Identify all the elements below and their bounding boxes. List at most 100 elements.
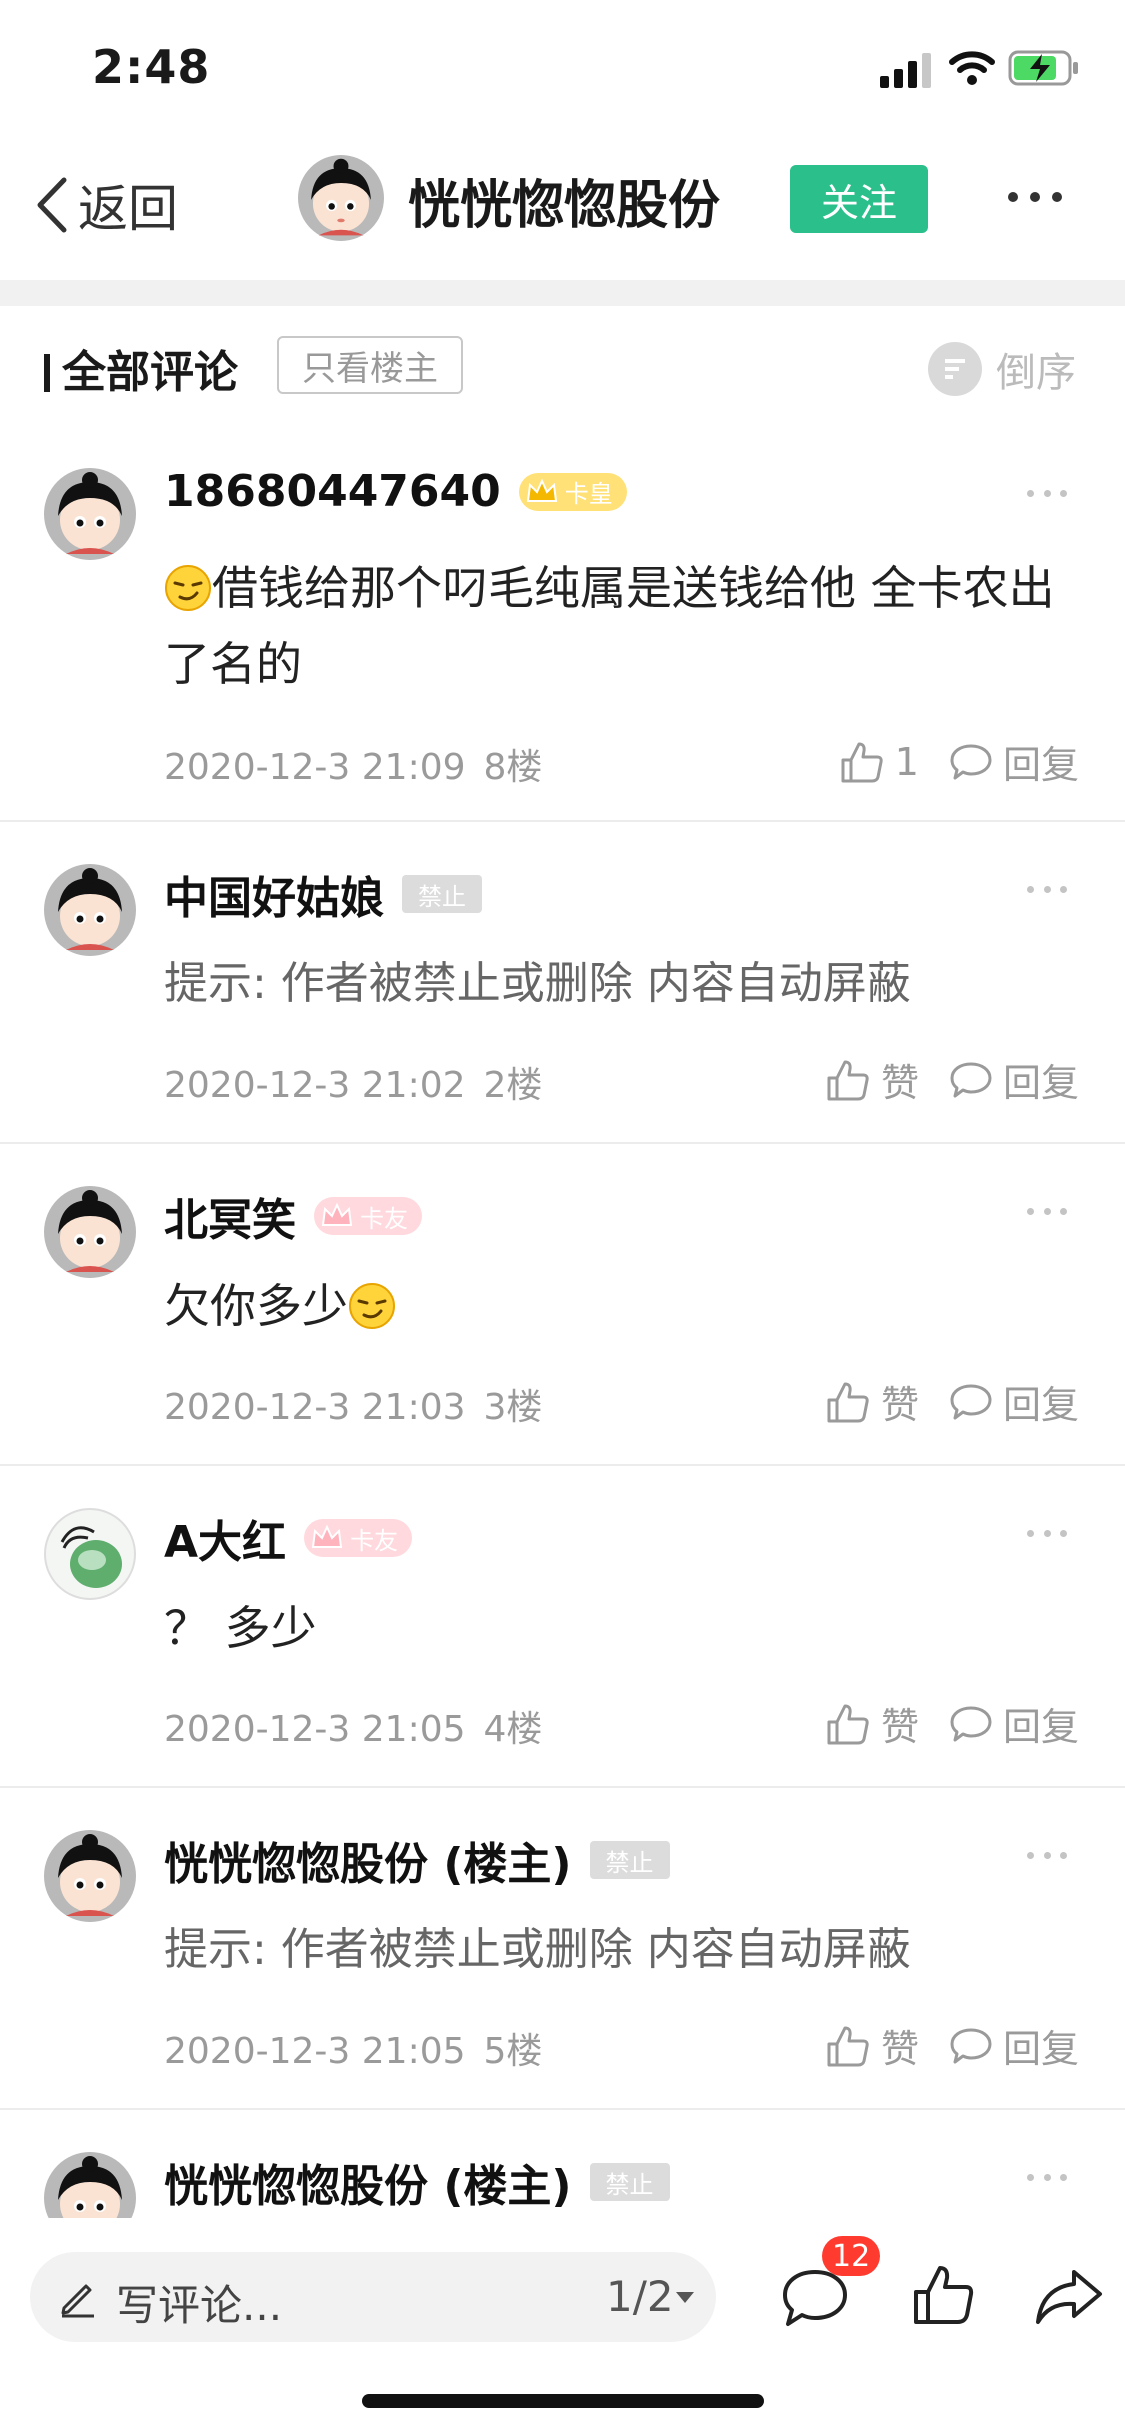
comment-meta: 2020-12-3 21:05 5楼 (164, 2022, 542, 2074)
thumbs-up-icon[interactable] (910, 2262, 976, 2328)
status-time: 2:48 (92, 40, 211, 94)
comment-date: 2020-12-3 21:05 (164, 1709, 466, 1750)
comment-actions: 赞 回复 (825, 1052, 1079, 1107)
comment-meta: 2020-12-3 21:03 3楼 (164, 1378, 542, 1430)
smirk-emoji-icon (349, 1283, 395, 1329)
like-button[interactable]: 赞 (825, 1052, 919, 1107)
cellular-signal-icon (880, 52, 934, 88)
author-name: 18680447640 (164, 466, 501, 517)
comment-count-badge: 12 (822, 2236, 881, 2276)
like-label: 赞 (880, 1705, 919, 1749)
back-chevron-icon (37, 177, 67, 233)
comment-text: 欠你多少 (164, 1268, 1084, 1344)
comment-author[interactable]: 恍恍惚惚股份 (楼主) 禁止 (164, 1828, 670, 1892)
author-name: 恍恍惚惚股份 (楼主) (164, 1839, 572, 1890)
comment-bubble-icon (950, 1384, 992, 1419)
page-title: 恍恍惚惚股份 (408, 176, 721, 236)
comment-author[interactable]: A大红 卡友 (164, 1506, 413, 1570)
rank-badge: 卡友 (314, 1197, 422, 1235)
write-comment-placeholder: 写评论... (116, 2281, 283, 2330)
comment-date: 2020-12-3 21:05 (164, 2031, 466, 2072)
comment-floor: 8楼 (483, 747, 543, 788)
thumbs-up-icon (827, 2026, 869, 2066)
avatar[interactable] (44, 1508, 136, 1600)
comment-meta: 2020-12-3 21:09 8楼 (164, 738, 542, 790)
comment-item: 18680447640 卡皇 借钱给那个叼毛纯属是送钱给他 全卡农出了名的 20… (0, 426, 1125, 822)
reply-button[interactable]: 回复 (949, 734, 1079, 789)
reply-button[interactable]: 回复 (949, 1374, 1079, 1429)
follow-button[interactable]: 关注 (790, 165, 928, 233)
comment-date: 2020-12-3 21:02 (164, 1065, 466, 1106)
rank-badge: 卡皇 (518, 472, 627, 511)
like-button[interactable]: 赞 (825, 1374, 919, 1429)
like-label: 赞 (880, 1383, 919, 1427)
like-button[interactable]: 赞 (825, 1696, 919, 1751)
reply-label: 回复 (1002, 1705, 1079, 1749)
comment-more-icon[interactable] (1027, 1530, 1067, 1540)
wifi-icon (949, 51, 995, 85)
avatar[interactable] (44, 1186, 136, 1278)
comment-bubble-icon (950, 2028, 992, 2063)
crown-icon (321, 1202, 353, 1226)
comment-author[interactable]: 中国好姑娘 禁止 (164, 862, 482, 926)
avatar[interactable] (44, 468, 136, 560)
reply-button[interactable]: 回复 (949, 2018, 1079, 2073)
pencil-icon (61, 2284, 94, 2318)
rank-badge-label: 卡友 (360, 1204, 408, 1233)
avatar[interactable] (44, 864, 136, 956)
more-icon[interactable] (1008, 185, 1062, 209)
reply-button[interactable]: 回复 (949, 1052, 1079, 1107)
only-owner-button[interactable]: 只看楼主 (277, 336, 463, 394)
smirk-emoji-icon (165, 565, 211, 611)
comment-author[interactable]: 北冥笑 卡友 (164, 1184, 422, 1248)
thumbs-up-icon (841, 742, 883, 782)
sort-label: 倒序 (996, 350, 1076, 396)
avatar[interactable] (44, 1830, 136, 1922)
comment-bubble-icon (950, 1706, 992, 1741)
reply-button[interactable]: 回复 (949, 1696, 1079, 1751)
comment-more-icon[interactable] (1027, 2174, 1067, 2184)
comments-title: 全部评论 (44, 336, 238, 400)
comment-text: 提示: 作者被禁止或删除 内容自动屏蔽 (164, 1924, 911, 1975)
author-name: 恍恍惚惚股份 (楼主) (164, 2161, 572, 2212)
ban-badge: 禁止 (402, 875, 482, 913)
comment-more-icon[interactable] (1027, 1852, 1067, 1862)
battery-icon (1008, 50, 1078, 86)
comment-more-icon[interactable] (1027, 1208, 1067, 1218)
chevron-down-icon[interactable] (676, 2292, 694, 2303)
sort-button[interactable]: 倒序 (928, 340, 1076, 398)
comment-more-icon[interactable] (1027, 490, 1067, 500)
thumbs-up-icon (827, 1060, 869, 1100)
app-screen: 2:48 返回 恍恍惚惚股份 关注 全部评论 只看楼主 倒序 186804476… (0, 0, 1125, 2436)
comment-text-value: 借钱给那个叼毛纯属是送钱给他 全卡农出了名的 (164, 561, 1055, 691)
comment-meta: 2020-12-3 21:02 2楼 (164, 1056, 542, 1108)
comment-text: 借钱给那个叼毛纯属是送钱给他 全卡农出了名的 (164, 550, 1084, 702)
back-button[interactable]: 返回 (34, 165, 178, 245)
crown-icon (311, 1524, 343, 1548)
comment-text-value: 欠你多少 (164, 1279, 348, 1333)
rank-badge: 卡友 (304, 1519, 413, 1557)
comment-floor: 5楼 (483, 2031, 543, 2072)
comment-bubble-icon (950, 744, 992, 779)
write-comment-input[interactable]: 写评论... 1/2 (30, 2252, 716, 2342)
avatar[interactable] (298, 155, 384, 241)
comment-author[interactable]: 恍恍惚惚股份 (楼主) 禁止 (164, 2150, 670, 2214)
author-name: 中国好姑娘 (164, 873, 384, 924)
share-icon[interactable] (1034, 2266, 1104, 2326)
home-indicator (362, 2394, 764, 2408)
comment-more-icon[interactable] (1027, 886, 1067, 896)
like-button[interactable]: 1 (839, 740, 919, 784)
comment-author[interactable]: 18680447640 卡皇 (164, 466, 627, 517)
comment-floor: 2楼 (483, 1065, 543, 1106)
page-indicator[interactable]: 1/2 (606, 2272, 674, 2321)
comment-list: 18680447640 卡皇 借钱给那个叼毛纯属是送钱给他 全卡农出了名的 20… (0, 426, 1125, 2310)
like-label: 赞 (880, 2027, 919, 2071)
sort-icon (928, 342, 982, 396)
back-label: 返回 (78, 180, 178, 238)
comments-title-label: 全部评论 (62, 347, 238, 398)
thumbs-up-icon (827, 1382, 869, 1422)
comment-floor: 3楼 (483, 1387, 543, 1428)
ban-badge: 禁止 (589, 2163, 670, 2201)
thumbs-up-icon (827, 1704, 869, 1744)
like-button[interactable]: 赞 (825, 2018, 919, 2073)
